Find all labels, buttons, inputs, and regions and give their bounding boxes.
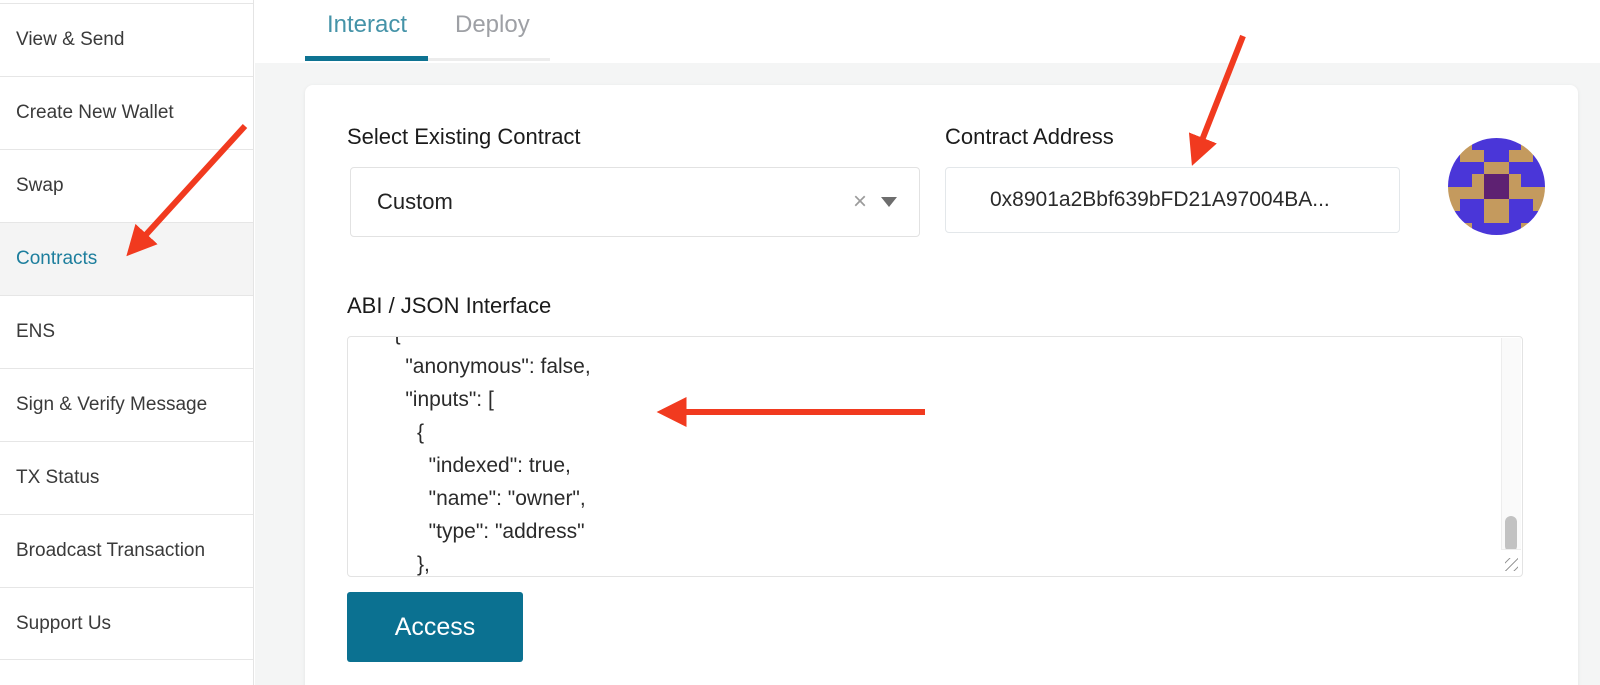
identicon-cell bbox=[1484, 223, 1496, 235]
sidebar-item-contracts[interactable]: Contracts bbox=[0, 222, 253, 295]
clear-selection-icon[interactable]: × bbox=[839, 190, 881, 214]
identicon-cell bbox=[1472, 162, 1484, 174]
identicon-cell bbox=[1484, 211, 1496, 223]
sidebar-item-label: Contracts bbox=[16, 248, 97, 270]
select-contract-label: Select Existing Contract bbox=[347, 124, 581, 150]
identicon-cell bbox=[1497, 199, 1509, 211]
identicon-cell bbox=[1472, 150, 1484, 162]
sidebar-item-broadcast-transaction[interactable]: Broadcast Transaction bbox=[0, 514, 253, 587]
identicon-cell bbox=[1521, 174, 1533, 186]
abi-resize-corner bbox=[1501, 549, 1521, 575]
identicon-cell bbox=[1460, 150, 1472, 162]
sidebar-item-label: View & Send bbox=[16, 29, 124, 51]
sidebar-item-label: Swap bbox=[16, 175, 64, 197]
identicon-cell bbox=[1448, 174, 1460, 186]
resize-handle-icon[interactable] bbox=[1505, 558, 1518, 571]
sidebar-item-sign-verify-message[interactable]: Sign & Verify Message bbox=[0, 368, 253, 441]
identicon-cell bbox=[1484, 162, 1496, 174]
sidebar-item-label: Sign & Verify Message bbox=[16, 394, 207, 416]
tab-active-indicator bbox=[305, 56, 428, 61]
identicon-cell bbox=[1497, 211, 1509, 223]
identicon-cell bbox=[1509, 199, 1521, 211]
tab-deploy[interactable]: Deploy bbox=[455, 11, 530, 39]
identicon-cell bbox=[1460, 162, 1472, 174]
sidebar-item-create-new-wallet[interactable]: Create New Wallet bbox=[0, 76, 253, 149]
identicon-cell bbox=[1497, 162, 1509, 174]
tab-interact[interactable]: Interact bbox=[327, 11, 407, 39]
address-identicon-avatar bbox=[1448, 138, 1545, 235]
abi-json-label: ABI / JSON Interface bbox=[347, 293, 551, 319]
identicon-cell bbox=[1460, 187, 1472, 199]
identicon-cell bbox=[1472, 187, 1484, 199]
tab-bar-track bbox=[428, 58, 550, 61]
access-button[interactable]: Access bbox=[347, 592, 523, 662]
sidebar-item-label: Support Us bbox=[16, 613, 111, 635]
identicon-cell bbox=[1521, 162, 1533, 174]
sidebar: View & Send Create New Wallet Swap Contr… bbox=[0, 0, 254, 685]
identicon-cell bbox=[1521, 199, 1533, 211]
identicon-cell bbox=[1484, 138, 1496, 150]
abi-scrollbar-thumb[interactable] bbox=[1505, 516, 1517, 552]
identicon-cell bbox=[1509, 174, 1521, 186]
identicon-cell bbox=[1484, 187, 1496, 199]
abi-json-content: { "anonymous": false, "inputs": [ { "ind… bbox=[382, 336, 591, 577]
identicon-cell bbox=[1509, 187, 1521, 199]
identicon-cell bbox=[1521, 187, 1533, 199]
identicon-cell bbox=[1533, 174, 1545, 186]
identicon-cell bbox=[1460, 174, 1472, 186]
sidebar-item-label: Create New Wallet bbox=[16, 102, 174, 124]
abi-json-textarea[interactable]: { "anonymous": false, "inputs": [ { "ind… bbox=[347, 336, 1523, 577]
identicon-cell bbox=[1497, 223, 1509, 235]
identicon-cell bbox=[1497, 174, 1509, 186]
identicon-cell bbox=[1472, 174, 1484, 186]
identicon-cell bbox=[1497, 138, 1509, 150]
identicon-cell bbox=[1521, 150, 1533, 162]
identicon-cell bbox=[1448, 187, 1460, 199]
identicon-cell bbox=[1509, 162, 1521, 174]
contract-address-label: Contract Address bbox=[945, 124, 1114, 150]
identicon-cell bbox=[1472, 199, 1484, 211]
sidebar-item-ens[interactable]: ENS bbox=[0, 295, 253, 368]
existing-contract-select[interactable]: Custom × bbox=[350, 167, 920, 237]
identicon-cell bbox=[1533, 187, 1545, 199]
identicon-cell bbox=[1460, 211, 1472, 223]
identicon-cell bbox=[1509, 150, 1521, 162]
identicon-cell bbox=[1509, 211, 1521, 223]
identicon-cell bbox=[1484, 174, 1496, 186]
selected-contract-value: Custom bbox=[351, 189, 839, 215]
sidebar-item-label: TX Status bbox=[16, 467, 99, 489]
identicon-cell bbox=[1484, 199, 1496, 211]
identicon-cell bbox=[1484, 150, 1496, 162]
chevron-down-icon[interactable] bbox=[881, 197, 897, 207]
sidebar-item-tx-status[interactable]: TX Status bbox=[0, 441, 253, 514]
app-window: View & Send Create New Wallet Swap Contr… bbox=[0, 0, 1600, 685]
sidebar-item-label: ENS bbox=[16, 321, 55, 343]
identicon-cell bbox=[1472, 211, 1484, 223]
identicon-cell bbox=[1497, 187, 1509, 199]
sidebar-item-view-send[interactable]: View & Send bbox=[0, 3, 253, 76]
sidebar-item-swap[interactable]: Swap bbox=[0, 149, 253, 222]
identicon-cell bbox=[1497, 150, 1509, 162]
contract-address-input[interactable] bbox=[945, 167, 1400, 233]
sidebar-item-support-us[interactable]: Support Us bbox=[0, 587, 253, 660]
sidebar-item-label: Broadcast Transaction bbox=[16, 540, 205, 562]
abi-scrollbar-track[interactable] bbox=[1501, 338, 1521, 550]
identicon-cell bbox=[1460, 199, 1472, 211]
